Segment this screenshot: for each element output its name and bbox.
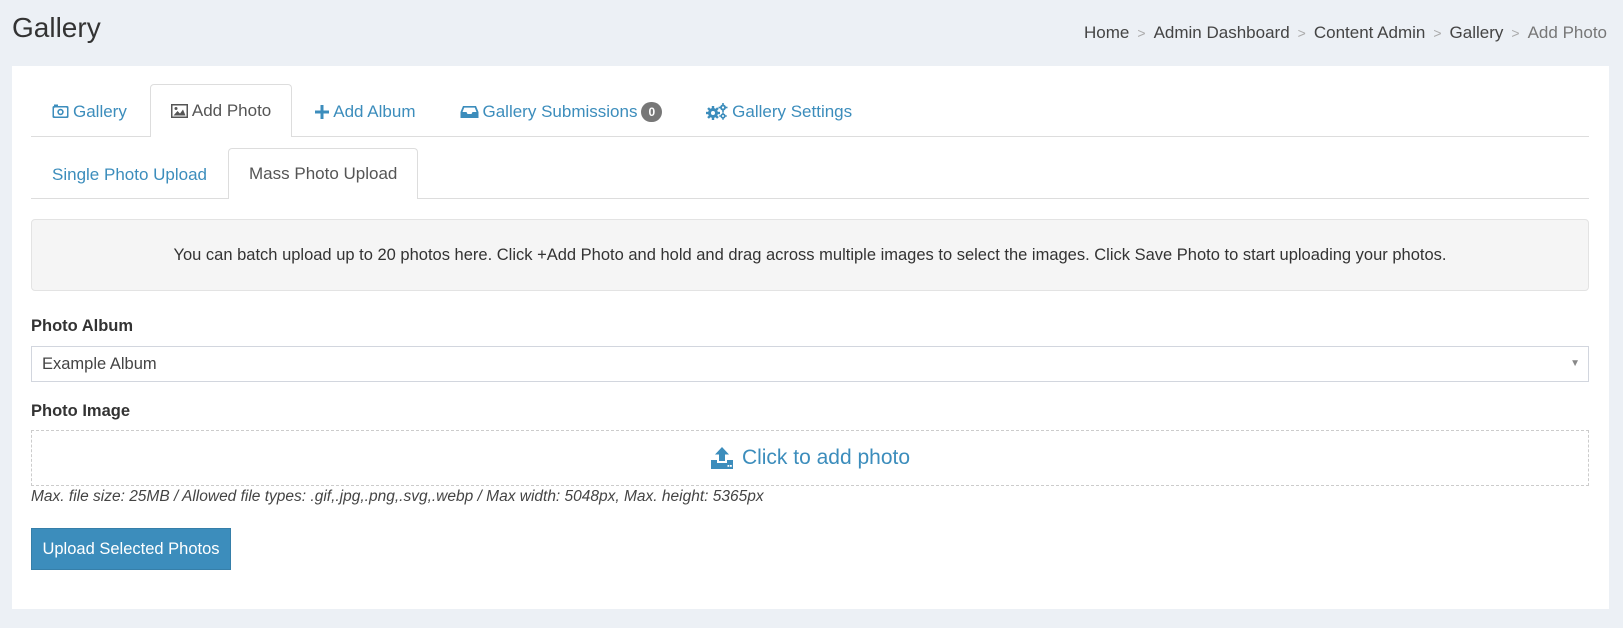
breadcrumb-home[interactable]: Home bbox=[1084, 23, 1129, 43]
tab-gallery-submissions-label: Gallery Submissions bbox=[482, 101, 638, 121]
upload-mode-tabs: Single Photo Upload Mass Photo Upload bbox=[31, 148, 1589, 199]
tab-add-album-label: Add Album bbox=[333, 101, 416, 121]
photo-album-selected-value: Example Album bbox=[42, 354, 157, 373]
tab-add-album[interactable]: Add Album bbox=[294, 85, 436, 137]
inbox-icon bbox=[460, 105, 479, 119]
tab-gallery[interactable]: Gallery bbox=[31, 85, 148, 137]
page-header: Gallery Home > Admin Dashboard > Content… bbox=[0, 0, 1623, 66]
photo-image-label: Photo Image bbox=[31, 402, 131, 420]
upload-icon bbox=[710, 446, 734, 470]
tab-gallery-settings-label: Gallery Settings bbox=[732, 101, 853, 121]
tab-gallery-settings[interactable]: Gallery Settings bbox=[685, 85, 873, 137]
breadcrumb-separator: > bbox=[1511, 25, 1520, 41]
main-tabs: Gallery Add Photo Add Album Gallery Subm… bbox=[31, 84, 1589, 137]
photo-album-label: Photo Album bbox=[31, 317, 134, 335]
chevron-down-icon: ▼ bbox=[1570, 358, 1580, 369]
breadcrumb: Home > Admin Dashboard > Content Admin >… bbox=[1084, 23, 1607, 43]
tab-gallery-label: Gallery bbox=[73, 101, 127, 121]
breadcrumb-add-photo: Add Photo bbox=[1527, 23, 1607, 42]
gears-icon bbox=[706, 103, 728, 120]
breadcrumb-separator: > bbox=[1137, 25, 1146, 41]
breadcrumb-separator: > bbox=[1433, 25, 1442, 41]
plus-icon bbox=[315, 104, 330, 119]
tab-add-photo[interactable]: Add Photo bbox=[149, 84, 293, 137]
tab-mass-photo-upload[interactable]: Mass Photo Upload bbox=[228, 148, 419, 199]
breadcrumb-admin-dashboard[interactable]: Admin Dashboard bbox=[1154, 23, 1290, 43]
upload-selected-photos-button[interactable]: Upload Selected Photos bbox=[31, 528, 231, 570]
submissions-count-badge: 0 bbox=[641, 101, 663, 122]
tab-single-photo-upload[interactable]: Single Photo Upload bbox=[31, 149, 228, 199]
dropzone-label: Click to add photo bbox=[741, 446, 911, 469]
info-message: You can batch upload up to 20 photos her… bbox=[31, 219, 1589, 291]
image-icon bbox=[170, 104, 188, 118]
photo-dropzone[interactable]: Click to add photo bbox=[31, 430, 1589, 486]
photo-album-select[interactable]: Example Album ▼ bbox=[31, 346, 1589, 382]
breadcrumb-separator: > bbox=[1297, 25, 1306, 41]
content-box: Gallery Add Photo Add Album Gallery Subm… bbox=[12, 66, 1609, 609]
tab-gallery-submissions[interactable]: Gallery Submissions 0 bbox=[439, 85, 684, 137]
upload-help-text: Max. file size: 25MB / Allowed file type… bbox=[31, 488, 764, 505]
page-title: Gallery bbox=[12, 12, 101, 43]
breadcrumb-content-admin[interactable]: Content Admin bbox=[1314, 23, 1426, 43]
camera-icon bbox=[52, 104, 69, 119]
breadcrumb-gallery[interactable]: Gallery bbox=[1450, 23, 1504, 43]
tab-add-photo-label: Add Photo bbox=[191, 101, 272, 120]
